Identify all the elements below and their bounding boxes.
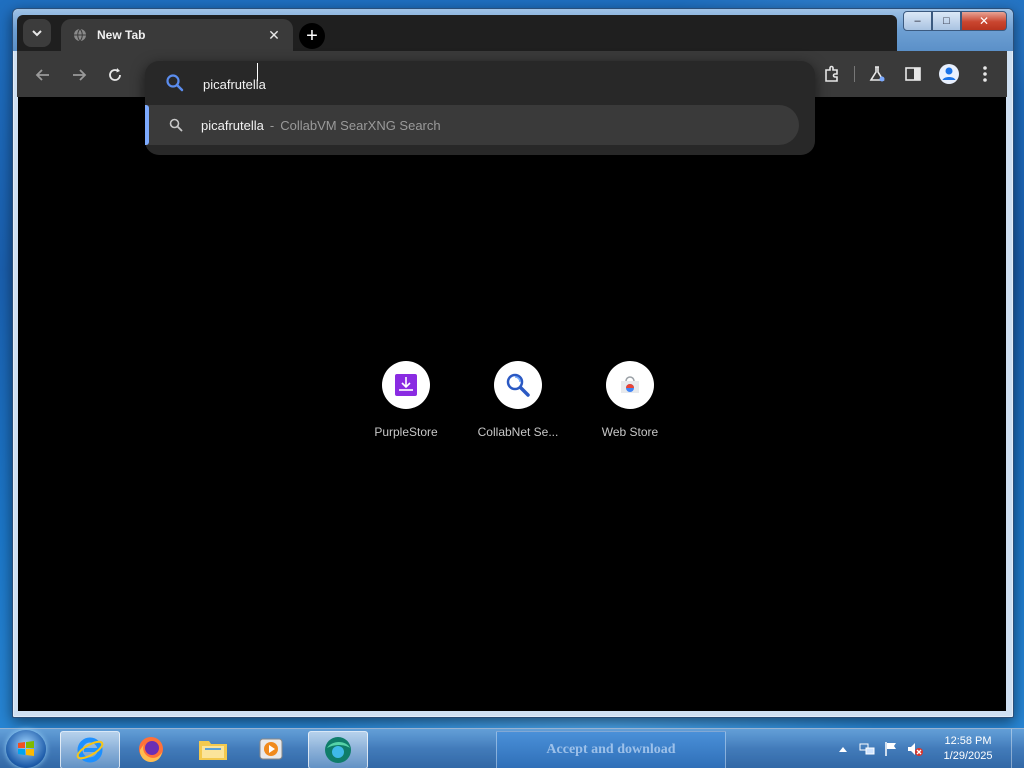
tab-close-icon[interactable]: ✕	[263, 24, 285, 46]
web-store-icon	[621, 376, 639, 393]
side-panel-icon	[905, 67, 921, 81]
clock-date: 1/29/2025	[943, 750, 993, 762]
tab-strip: New Tab ✕ +	[17, 15, 897, 51]
shortcut-tile	[606, 361, 654, 409]
taskbar-item-media-player[interactable]	[244, 731, 298, 767]
start-button[interactable]	[6, 730, 46, 768]
windows-logo-icon	[18, 741, 34, 756]
collabnet-search-icon	[506, 373, 530, 397]
network-icon	[859, 743, 875, 755]
show-desktop-button[interactable]	[1011, 729, 1024, 768]
menu-button[interactable]	[971, 61, 999, 87]
suggestion-separator: -	[269, 117, 275, 133]
tray-network[interactable]	[857, 739, 877, 759]
taskbar-item-firefox[interactable]	[124, 731, 178, 767]
search-icon	[166, 74, 184, 92]
toolbar-separator	[854, 66, 855, 82]
taskbar: Accept and download 12:58 PM 1/29/2025	[0, 728, 1024, 768]
globe-icon	[74, 28, 86, 42]
reload-icon	[109, 68, 121, 81]
forward-button[interactable]	[67, 63, 91, 87]
shortcut-purplestore[interactable]: PurpleStore	[350, 361, 462, 439]
shortcut-web-store[interactable]: Web Store	[574, 361, 686, 439]
labs-button[interactable]	[863, 61, 891, 87]
avatar-icon	[939, 64, 959, 84]
taskbar-item-internet-explorer[interactable]	[60, 731, 120, 768]
volume-muted-icon	[908, 743, 923, 756]
clock-time: 12:58 PM	[944, 735, 992, 747]
shortcut-tile	[382, 361, 430, 409]
arrow-right-icon	[73, 69, 87, 81]
window-caption-buttons: – □ ✕	[903, 11, 1007, 31]
shortcut-collabnet-search[interactable]: CollabNet Se...	[462, 361, 574, 439]
flag-icon	[885, 742, 896, 756]
chevron-down-icon	[32, 30, 42, 37]
suggestion-engine: CollabVM SearXNG Search	[280, 117, 441, 133]
taskbar-item-browser[interactable]	[308, 731, 368, 768]
three-dots-vertical-icon	[983, 66, 987, 82]
extensions-button[interactable]	[818, 61, 846, 87]
tab-search-button[interactable]	[23, 19, 51, 47]
new-tab-page: PurpleStore CollabNet Se... Web Store	[18, 97, 1006, 711]
arrow-left-icon	[35, 69, 49, 81]
tab-new-tab[interactable]: New Tab ✕	[61, 19, 293, 51]
minimize-button[interactable]: –	[903, 11, 932, 31]
close-window-button[interactable]: ✕	[961, 11, 1007, 31]
taskbar-notification[interactable]: Accept and download	[496, 731, 726, 768]
taskbar-item-file-explorer[interactable]	[186, 731, 240, 767]
tray-expand-button[interactable]	[833, 739, 853, 759]
clock[interactable]: 12:58 PM 1/29/2025	[929, 734, 1007, 764]
omnibox-dropdown: picafrutella - CollabVM SearXNG Search	[145, 61, 815, 155]
reload-button[interactable]	[103, 63, 127, 87]
purplestore-icon	[395, 374, 417, 396]
tray-action-center[interactable]	[881, 739, 901, 759]
shortcut-tile	[494, 361, 542, 409]
new-tab-button[interactable]: +	[299, 23, 325, 49]
shortcut-label: PurpleStore	[374, 425, 438, 439]
folder-icon	[199, 741, 227, 760]
shortcut-label: CollabNet Se...	[477, 425, 559, 439]
text-caret	[257, 63, 258, 81]
side-panel-button[interactable]	[899, 61, 927, 87]
browser-window: – □ ✕ New Tab ✕ + PurpleStore CollabNet …	[12, 8, 1014, 718]
media-player-icon	[259, 738, 283, 760]
toolbar-actions	[810, 61, 999, 87]
search-icon	[169, 118, 183, 132]
address-bar-input[interactable]	[201, 71, 785, 97]
suggestion-query: picafrutella	[201, 117, 264, 133]
shortcut-label: Web Store	[601, 425, 659, 439]
omnibox-suggestion[interactable]: picafrutella - CollabVM SearXNG Search	[145, 105, 799, 145]
system-tray: 12:58 PM 1/29/2025	[833, 729, 1024, 768]
puzzle-icon	[825, 65, 838, 82]
back-button[interactable]	[31, 63, 55, 87]
chevron-up-icon	[839, 747, 847, 752]
ie-icon	[76, 737, 104, 763]
flask-icon	[869, 66, 885, 82]
profile-button[interactable]	[935, 61, 963, 87]
browser-icon	[325, 737, 351, 763]
tray-volume[interactable]	[905, 739, 925, 759]
maximize-button[interactable]: □	[932, 11, 961, 31]
firefox-icon	[139, 737, 163, 763]
tab-title: New Tab	[97, 28, 146, 42]
